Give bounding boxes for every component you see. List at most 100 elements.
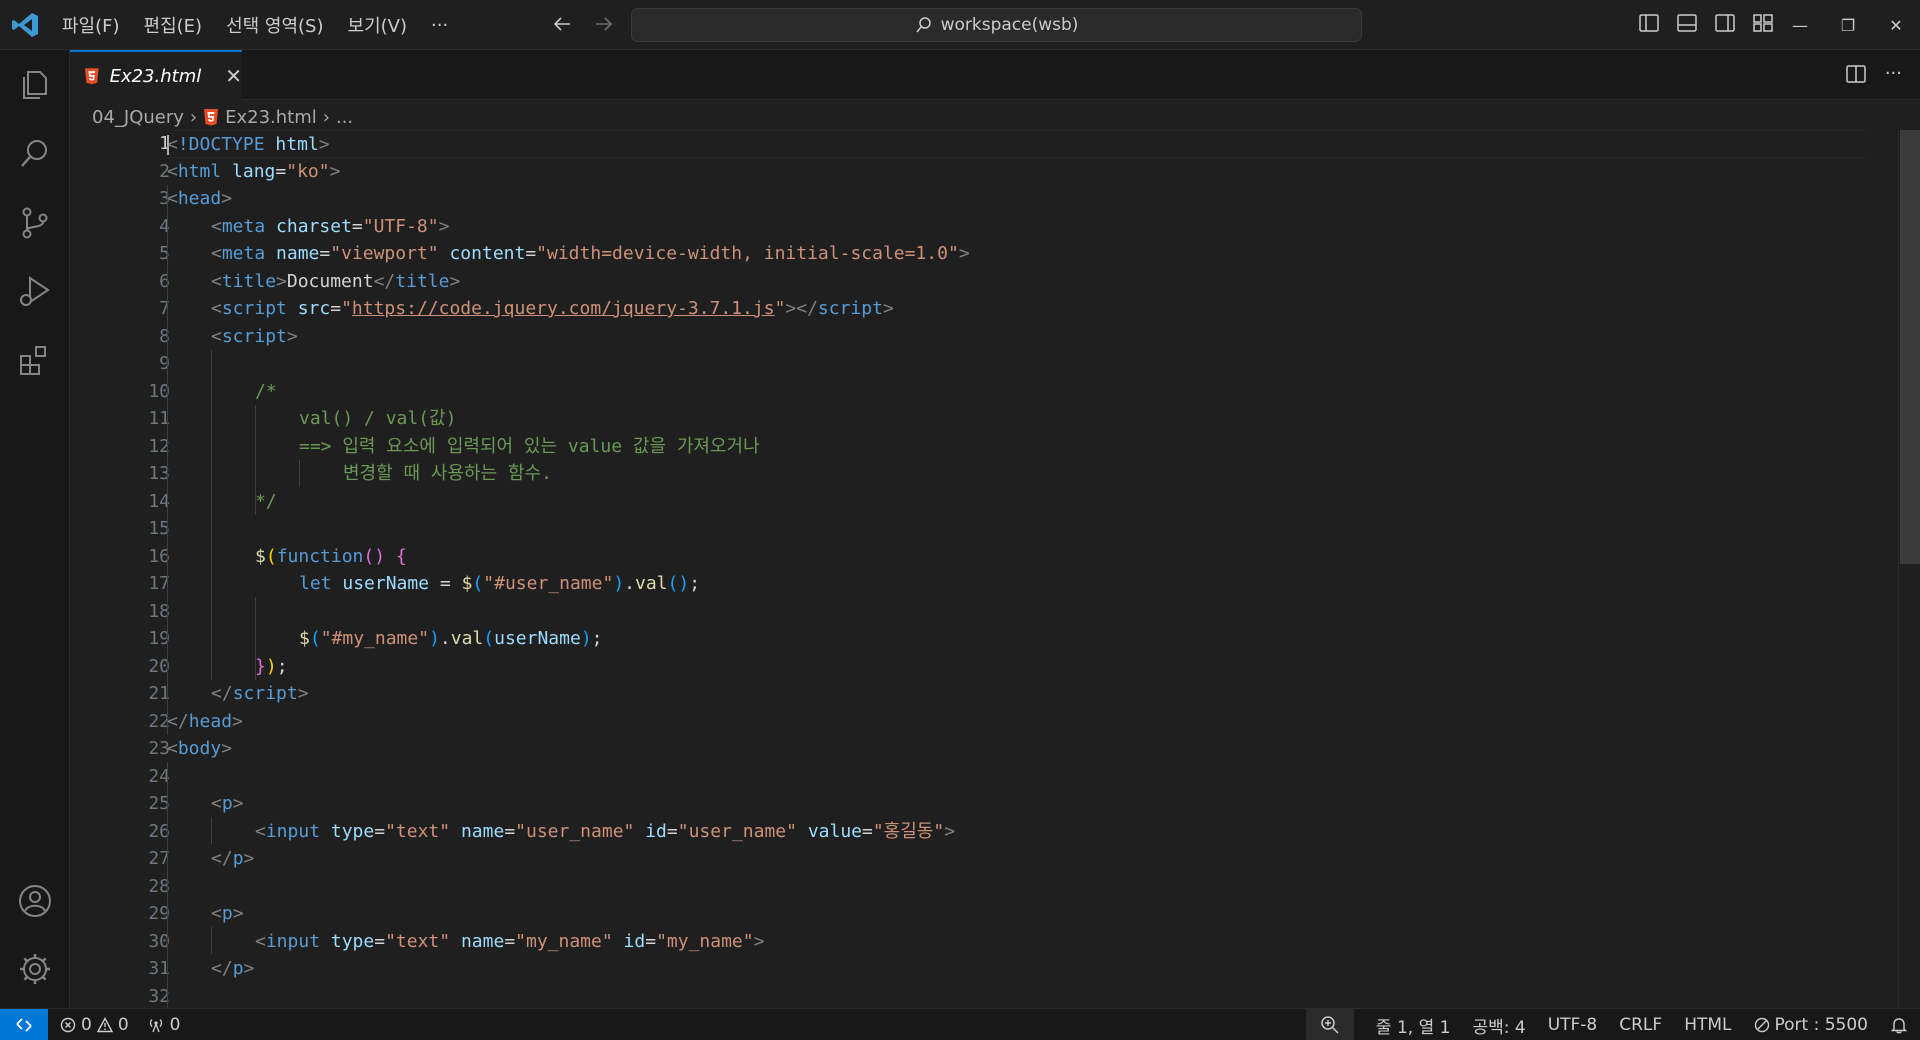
code-line: <!DOCTYPE html> [167,130,1867,158]
toggle-secondary-sidebar-icon[interactable] [1714,12,1736,34]
circle-slash-icon [1754,1017,1769,1033]
line-number: 20 [148,655,170,677]
code-line: </p> [211,848,255,869]
code-line: </head> [167,710,243,732]
extensions-icon[interactable] [14,340,56,382]
scrollbar-thumb[interactable] [1900,130,1920,564]
line-number: 7 [159,298,170,319]
status-bar: 0 0 0 줄 1, 열 1 공백: 4 UTF-8 CRLF HTML Por… [0,1008,1920,1040]
line-number: 1 [159,133,170,154]
split-editor-icon[interactable] [1845,63,1867,85]
source-control-icon[interactable] [14,202,56,244]
explorer-icon[interactable] [14,64,56,106]
search-sidebar-icon[interactable] [14,133,56,175]
problems-indicator[interactable]: 0 0 [60,1015,129,1035]
breadcrumb-file[interactable]: Ex23.html [225,107,317,128]
remote-indicator[interactable] [0,1009,48,1040]
code-line: <input type="text" name="user_name" id="… [255,820,956,842]
menu-view[interactable]: 보기(V) [348,12,407,38]
line-number: 6 [159,270,170,292]
remote-icon [16,1018,32,1032]
warning-count: 0 [117,1015,129,1035]
line-number: 13 [148,463,170,484]
cursor-position[interactable]: 줄 1, 열 1 [1376,1013,1451,1038]
ports-indicator[interactable]: 0 [147,1015,180,1035]
settings-gear-icon[interactable] [14,948,56,990]
status-right: 줄 1, 열 1 공백: 4 UTF-8 CRLF HTML Port : 55… [1305,1009,1908,1040]
editor-tab-bar: Ex23.html ✕ ··· [70,50,1920,100]
minimize-icon[interactable]: — [1790,10,1810,40]
tab-label: Ex23.html [109,65,202,87]
line-number: 19 [148,628,170,649]
menu-edit[interactable]: 편집(E) [144,12,203,38]
line-number: 17 [148,573,170,594]
toggle-primary-sidebar-icon[interactable] [1638,12,1660,34]
line-number: 32 [148,985,170,1007]
line-number: 22 [148,710,170,732]
code-line: ==> 입력 요소에 입력되어 있는 value 값을 가져오거나 [299,435,760,457]
menu-more[interactable]: ··· [431,15,448,36]
breadcrumb-more[interactable]: ... [336,107,353,128]
tab-close-icon[interactable]: ✕ [225,64,242,88]
notifications-bell-icon[interactable] [1890,1016,1908,1034]
chevron-right-icon: › [322,106,330,128]
error-icon [60,1017,76,1033]
menu-file[interactable]: 파일(F) [62,12,120,38]
command-center-text: workspace(wsb) [940,15,1079,35]
line-number: 15 [148,518,170,539]
code-content[interactable]: <!DOCTYPE html> <html lang="ko"> <head> … [167,130,1867,1008]
menu-bar: 파일(F) 편집(E) 선택 영역(S) 보기(V) ··· [62,0,448,50]
line-number: 4 [159,215,170,237]
code-line: /* [255,380,277,402]
line-number: 16 [148,545,170,567]
back-arrow-icon[interactable] [550,12,574,36]
customize-layout-icon[interactable] [1752,12,1774,34]
line-number: 9 [159,353,170,374]
line-number: 5 [159,243,170,264]
code-line: <meta name="viewport" content="width=dev… [211,243,970,264]
code-editor[interactable]: 1 2 3 4 5 6 7 8 9 10 11 12 13 14 15 16 1… [70,130,1920,1008]
indentation[interactable]: 공백: 4 [1472,1013,1525,1038]
code-line: <body> [167,738,233,759]
code-line: <p> [211,793,244,814]
zoom-indicator[interactable] [1305,1009,1354,1040]
code-line: <html lang="ko"> [167,160,341,182]
run-debug-icon[interactable] [14,270,56,312]
code-line: </script> [211,683,309,704]
accounts-icon[interactable] [14,880,56,922]
line-number: 11 [148,408,170,429]
code-line: <meta charset="UTF-8"> [211,215,450,237]
tab-ex23-html[interactable]: Ex23.html ✕ [70,50,242,100]
vscode-logo-icon [10,11,40,39]
command-center-search[interactable]: workspace(wsb) [631,8,1362,42]
line-number: 10 [148,380,170,402]
html-file-icon [84,68,99,85]
file-encoding[interactable]: UTF-8 [1548,1015,1598,1035]
restore-icon[interactable]: ❐ [1838,10,1858,40]
end-of-line[interactable]: CRLF [1619,1015,1662,1035]
code-line: val() / val(값) [299,408,457,429]
text-cursor [167,135,169,155]
language-mode[interactable]: HTML [1684,1015,1731,1035]
code-line: }); [255,655,288,677]
line-number: 27 [148,848,170,869]
menu-selection[interactable]: 선택 영역(S) [226,12,323,38]
window-controls: — ❐ ✕ [1790,10,1906,40]
line-number: 3 [159,188,170,209]
code-line: <head> [167,188,233,209]
code-line: $(function() { [255,545,407,567]
toggle-panel-icon[interactable] [1676,12,1698,34]
close-window-icon[interactable]: ✕ [1886,10,1906,40]
line-number: 2 [159,160,170,182]
code-line: <title>Document</title> [211,270,461,292]
forward-arrow-icon[interactable] [592,12,616,36]
editor-actions: ··· [1845,63,1902,85]
more-actions-icon[interactable]: ··· [1885,63,1902,85]
code-line: */ [255,490,277,512]
breadcrumb-folder[interactable]: 04_JQuery [92,107,184,128]
code-line: <input type="text" name="my_name" id="my… [255,930,765,952]
live-server-port[interactable]: Port : 5500 [1754,1015,1868,1035]
zoom-in-icon [1321,1016,1339,1034]
code-line: <script> [211,325,298,347]
script-src-link[interactable]: https://code.jquery.com/jquery-3.7.1.js [352,298,775,319]
